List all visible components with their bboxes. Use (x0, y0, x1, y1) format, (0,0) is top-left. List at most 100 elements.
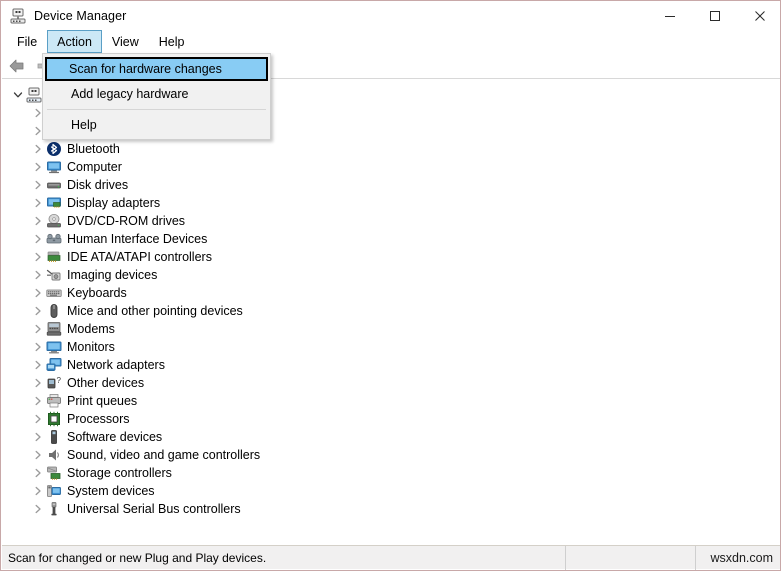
device-tree-panel[interactable]: Audio inputs and outputs Batteries (2, 80, 780, 540)
software-device-icon (46, 429, 62, 445)
tree-item-sound-controllers[interactable]: Sound, video and game controllers (10, 446, 710, 464)
chevron-right-icon[interactable] (30, 501, 46, 517)
tree-item-label: Display adapters (67, 196, 161, 210)
chevron-right-icon[interactable] (30, 429, 46, 445)
tree-item-label: IDE ATA/ATAPI controllers (67, 250, 212, 264)
dvd-drive-icon (46, 213, 62, 229)
menu-bar: File Action View Help (1, 30, 780, 53)
tree-item-processors[interactable]: Processors (10, 410, 710, 428)
disk-drive-icon (46, 177, 62, 193)
back-button[interactable] (5, 55, 29, 77)
close-button[interactable] (737, 1, 780, 30)
status-message: Scan for changed or new Plug and Play de… (2, 545, 566, 570)
tree-item-system-devices[interactable]: System devices (10, 482, 710, 500)
ide-controller-icon (46, 249, 62, 265)
tree-item-label: Universal Serial Bus controllers (67, 502, 241, 516)
tree-item-print-queues[interactable]: Print queues (10, 392, 710, 410)
chevron-right-icon[interactable] (30, 465, 46, 481)
tree-item-display-adapters[interactable]: Display adapters (10, 194, 710, 212)
tree-item-monitors[interactable]: Monitors (10, 338, 710, 356)
tree-item-label: Monitors (67, 340, 115, 354)
imaging-device-icon (46, 267, 62, 283)
chevron-right-icon[interactable] (30, 303, 46, 319)
storage-controller-icon (46, 465, 62, 481)
status-pane-middle (566, 545, 696, 570)
tree-item-mice[interactable]: Mice and other pointing devices (10, 302, 710, 320)
chevron-right-icon[interactable] (30, 213, 46, 229)
tree-item-label: Keyboards (67, 286, 127, 300)
tree-item-network-adapters[interactable]: Network adapters (10, 356, 710, 374)
tree-item-dvd-drives[interactable]: DVD/CD-ROM drives (10, 212, 710, 230)
chevron-right-icon[interactable] (30, 195, 46, 211)
tree-item-software-devices[interactable]: Software devices (10, 428, 710, 446)
tree-item-label: Print queues (67, 394, 138, 408)
chevron-right-icon[interactable] (30, 375, 46, 391)
window-title: Device Manager (34, 8, 127, 23)
minimize-button[interactable] (647, 1, 692, 30)
processor-icon (46, 411, 62, 427)
menu-item-add-legacy-hardware[interactable]: Add legacy hardware (45, 82, 268, 106)
chevron-right-icon[interactable] (30, 339, 46, 355)
other-device-icon: ? (46, 375, 62, 391)
menu-action[interactable]: Action (47, 30, 102, 53)
chevron-right-icon[interactable] (30, 447, 46, 463)
printer-icon (46, 393, 62, 409)
tree-item-label: Disk drives (67, 178, 129, 192)
chevron-down-icon[interactable] (10, 87, 26, 103)
chevron-right-icon[interactable] (30, 483, 46, 499)
tree-item-label: Computer (67, 160, 122, 174)
hid-icon (46, 231, 62, 247)
menu-separator (47, 109, 266, 110)
menu-view[interactable]: View (102, 30, 149, 53)
tree-item-modems[interactable]: Modems (10, 320, 710, 338)
tree-item-label: Storage controllers (67, 466, 172, 480)
tree-item-storage-controllers[interactable]: Storage controllers (10, 464, 710, 482)
chevron-right-icon[interactable] (30, 267, 46, 283)
caption-button-group (647, 1, 780, 30)
watermark: wsxdn.com (710, 550, 773, 565)
chevron-right-icon[interactable] (30, 231, 46, 247)
device-tree: Audio inputs and outputs Batteries (10, 86, 710, 518)
device-manager-window: Device Manager File Action View Help Blu… (0, 0, 781, 571)
title-bar: Device Manager (1, 1, 780, 30)
monitor-icon (46, 339, 62, 355)
chevron-right-icon[interactable] (30, 285, 46, 301)
tree-item-ide-controllers[interactable]: IDE ATA/ATAPI controllers (10, 248, 710, 266)
device-manager-icon (10, 8, 26, 24)
usb-icon (46, 501, 62, 517)
chevron-right-icon[interactable] (30, 159, 46, 175)
tree-item-label: Bluetooth (67, 142, 120, 156)
tree-item-hid[interactable]: Human Interface Devices (10, 230, 710, 248)
bluetooth-icon (46, 141, 62, 157)
sound-icon (46, 447, 62, 463)
chevron-right-icon[interactable] (30, 393, 46, 409)
action-menu-popup: Scan for hardware changes Add legacy har… (42, 53, 271, 140)
svg-text:?: ? (57, 376, 62, 385)
chevron-right-icon[interactable] (30, 411, 46, 427)
menu-item-help[interactable]: Help (45, 113, 268, 137)
chevron-right-icon[interactable] (30, 321, 46, 337)
computer-icon (46, 159, 62, 175)
menu-file[interactable]: File (7, 30, 47, 53)
tree-item-disk-drives[interactable]: Disk drives (10, 176, 710, 194)
tree-item-label: Modems (67, 322, 115, 336)
tree-item-bluetooth[interactable]: Bluetooth (10, 140, 710, 158)
keyboard-icon (46, 285, 62, 301)
menu-item-scan-for-hardware-changes[interactable]: Scan for hardware changes (45, 57, 268, 81)
tree-item-keyboards[interactable]: Keyboards (10, 284, 710, 302)
tree-item-computer[interactable]: Computer (10, 158, 710, 176)
chevron-right-icon[interactable] (30, 357, 46, 373)
tree-item-other-devices[interactable]: ? Other devices (10, 374, 710, 392)
tree-item-usb-controllers[interactable]: Universal Serial Bus controllers (10, 500, 710, 518)
tree-item-imaging-devices[interactable]: Imaging devices (10, 266, 710, 284)
menu-help[interactable]: Help (149, 30, 195, 53)
chevron-right-icon[interactable] (30, 249, 46, 265)
system-device-icon (46, 483, 62, 499)
chevron-right-icon[interactable] (30, 141, 46, 157)
tree-item-label: Other devices (67, 376, 145, 390)
maximize-button[interactable] (692, 1, 737, 30)
chevron-right-icon[interactable] (30, 177, 46, 193)
modem-icon (46, 321, 62, 337)
tree-item-label: System devices (67, 484, 155, 498)
tree-item-label: Software devices (67, 430, 163, 444)
